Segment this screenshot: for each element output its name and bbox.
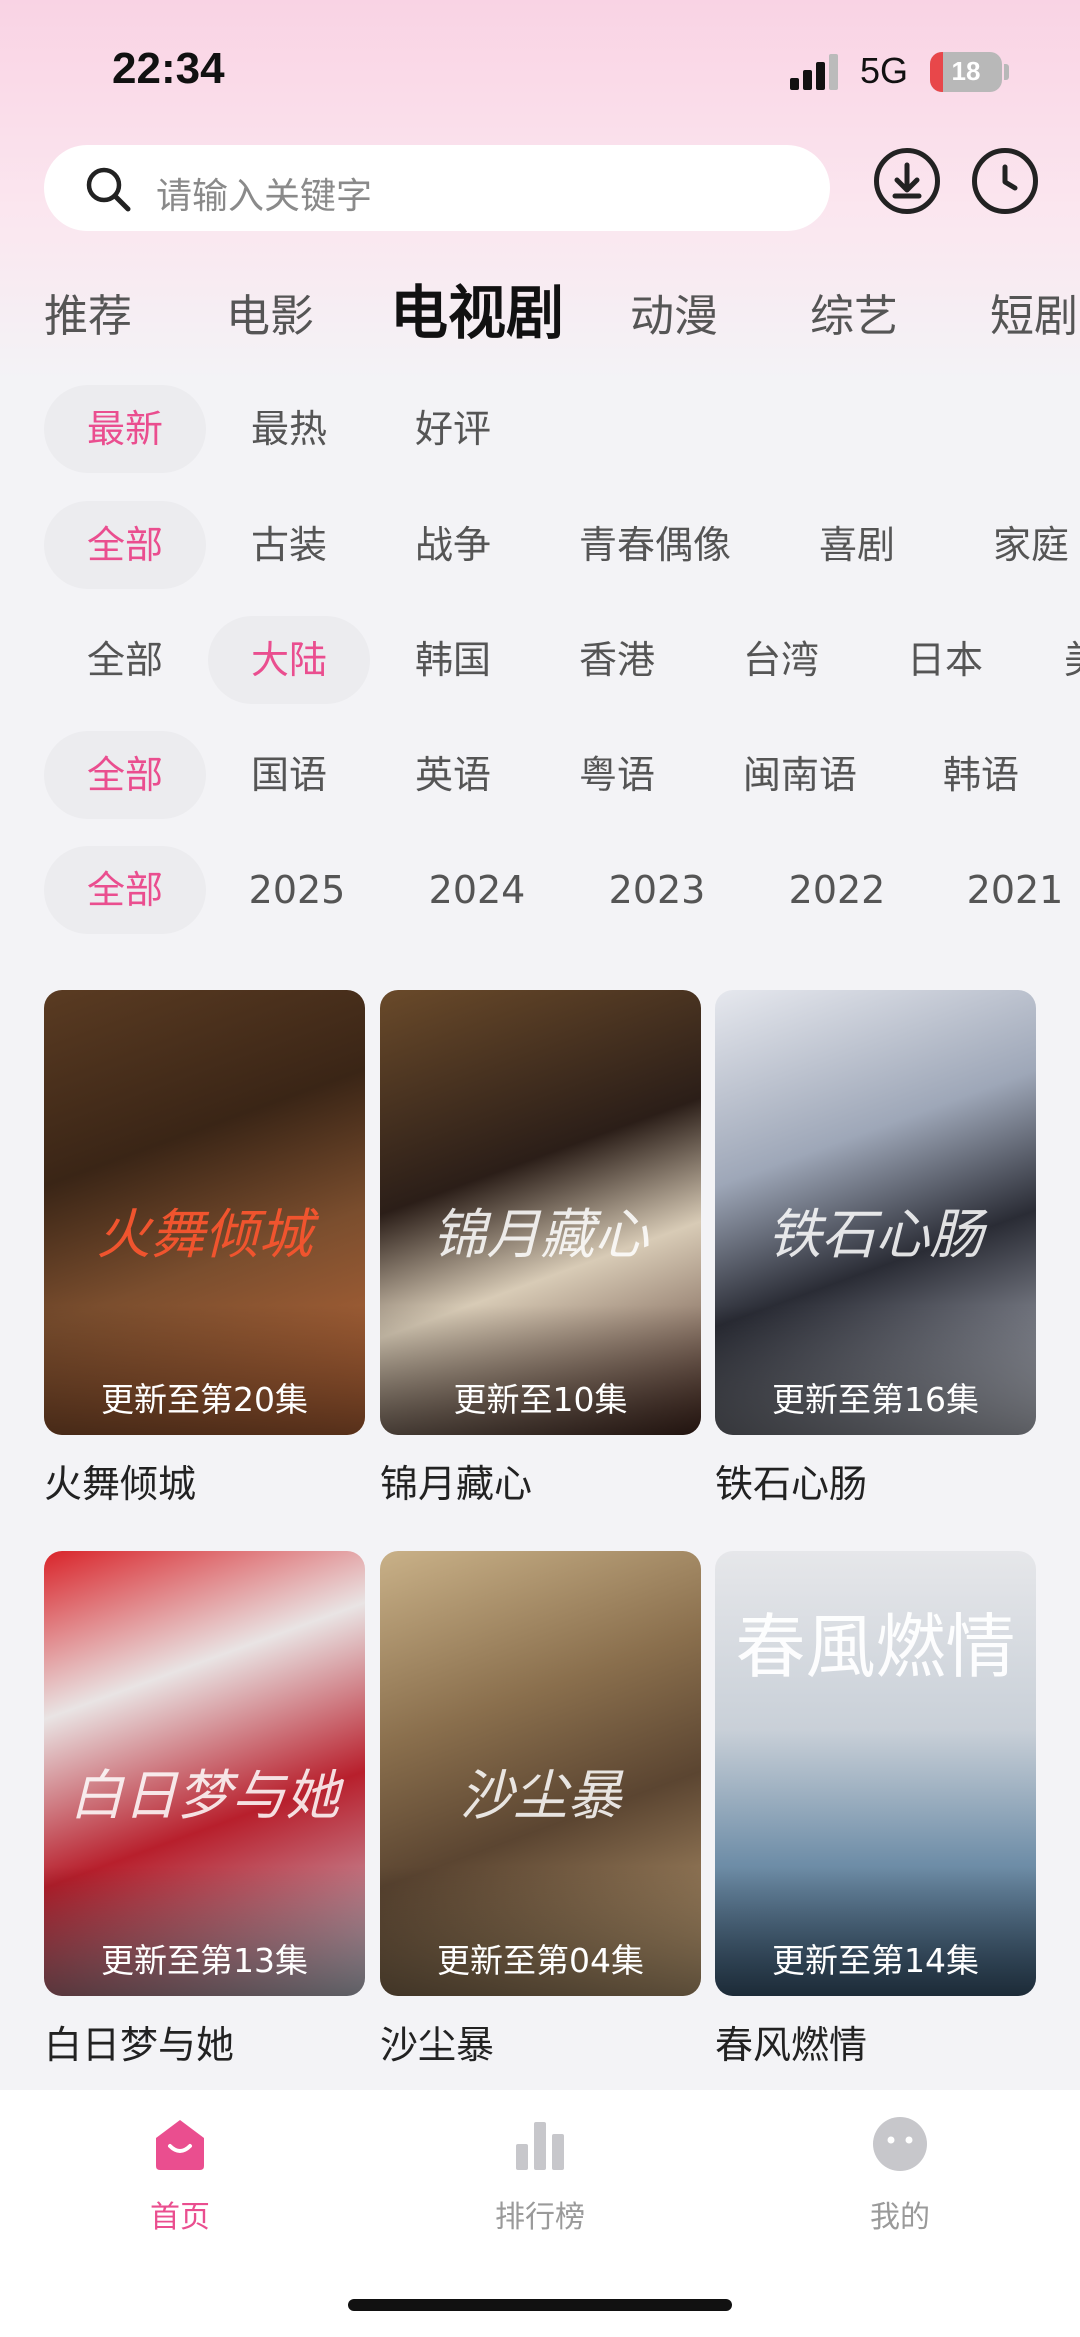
episode-badge: 更新至第20集 [101, 1380, 308, 1419]
filter-genre-comedy[interactable]: 喜剧 [776, 501, 938, 589]
language-filter-row: 全部 国语 英语 粤语 闽南语 韩语 [0, 731, 1080, 821]
poster-title[interactable]: 锦月藏心 [380, 1453, 701, 1508]
poster-title[interactable]: 白日梦与她 [44, 2014, 365, 2069]
poster-title[interactable]: 春风燃情 [715, 2014, 1036, 2069]
filter-region-all[interactable]: 全部 [44, 616, 206, 704]
history-button[interactable] [972, 148, 1038, 214]
battery-level: 18 [951, 56, 981, 86]
poster-card[interactable]: 白日梦与她 更新至第13集 白日梦与她 [44, 1551, 365, 2069]
poster-image[interactable]: 火舞倾城 更新至第20集 [44, 990, 365, 1435]
genre-filter-row: 全部 古装 战争 青春偶像 喜剧 家庭 [0, 501, 1080, 591]
network-type: 5G [860, 50, 909, 91]
filter-year-2022[interactable]: 2022 [756, 846, 918, 934]
filter-region-usa[interactable]: 美 [1064, 616, 1080, 704]
filter-year-2023[interactable]: 2023 [576, 846, 738, 934]
profile-face-icon [873, 2117, 927, 2171]
filter-region-korea[interactable]: 韩国 [372, 616, 534, 704]
episode-badge: 更新至10集 [453, 1380, 628, 1419]
tab-movies[interactable]: 电影 [226, 280, 314, 344]
download-button[interactable] [874, 148, 940, 214]
tab-ranking[interactable]: 排行榜 [440, 2114, 640, 2236]
tab-recommend[interactable]: 推荐 [44, 280, 132, 344]
tab-profile[interactable]: 我的 [800, 2114, 1000, 2236]
episode-badge: 更新至第14集 [772, 1941, 979, 1980]
filter-genre-all[interactable]: 全部 [44, 501, 206, 589]
filter-language-all[interactable]: 全部 [44, 731, 206, 819]
sort-filter-row: 最新 最热 好评 [0, 385, 1080, 475]
battery-cap [1004, 64, 1009, 80]
search-icon [86, 167, 131, 212]
filter-region-hongkong[interactable]: 香港 [536, 616, 698, 704]
poster-card[interactable]: 锦月藏心 更新至10集 锦月藏心 [380, 990, 701, 1508]
poster-art-title: 白日梦与她 [69, 1764, 340, 1827]
poster-title[interactable]: 火舞倾城 [44, 1453, 365, 1508]
filter-year-all[interactable]: 全部 [44, 846, 206, 934]
tab-variety[interactable]: 综艺 [810, 280, 898, 344]
poster-art-title: 锦月藏心 [432, 1203, 649, 1266]
poster-art-title: 火舞倾城 [96, 1203, 313, 1266]
filter-year-2024[interactable]: 2024 [396, 846, 558, 934]
filter-region-mainland[interactable]: 大陆 [208, 616, 370, 704]
search-placeholder: 请输入关键字 [156, 176, 373, 217]
poster-card[interactable]: 火舞倾城 更新至第20集 火舞倾城 [44, 990, 365, 1508]
download-icon [892, 162, 922, 199]
poster-card[interactable]: 铁石心肠 更新至第16集 铁石心肠 [715, 990, 1036, 1508]
poster-image[interactable]: 铁石心肠 更新至第16集 [715, 990, 1036, 1435]
filter-genre-war[interactable]: 战争 [372, 501, 534, 589]
poster-image[interactable]: 白日梦与她 更新至第13集 [44, 1551, 365, 1996]
tab-short-drama[interactable]: 短剧 [990, 280, 1078, 344]
poster-image[interactable]: 沙尘暴 更新至第04集 [380, 1551, 701, 1996]
filter-sort-top-rated[interactable]: 好评 [372, 385, 534, 473]
tab-anime[interactable]: 动漫 [630, 280, 718, 344]
home-icon [156, 2120, 204, 2170]
tab-profile-label: 我的 [870, 2200, 930, 2235]
filter-year-2025[interactable]: 2025 [216, 846, 378, 934]
filter-genre-costume[interactable]: 古装 [208, 501, 370, 589]
status-time: 22:34 [112, 44, 225, 93]
bar-chart-icon [516, 2122, 564, 2170]
tab-ranking-label: 排行榜 [495, 2200, 585, 2235]
year-filter-row: 全部 2025 2024 2023 2022 2021 [0, 846, 1080, 936]
tab-home[interactable]: 首页 [80, 2114, 280, 2236]
filter-genre-family[interactable]: 家庭 [950, 501, 1080, 589]
clock-icon [1002, 164, 1018, 191]
status-bar: 22:34 5G 18 [0, 0, 1080, 140]
episode-badge: 更新至第13集 [101, 1941, 308, 1980]
poster-title[interactable]: 铁石心肠 [715, 1453, 1036, 1508]
battery-indicator: 18 [930, 52, 1002, 92]
filter-language-mandarin[interactable]: 国语 [208, 731, 370, 819]
app-screen: 22:34 5G 18 请输入关键字 推荐 电影 电视剧 动漫 综艺 短剧 最新… [0, 0, 1080, 2337]
filter-language-korean[interactable]: 韩语 [900, 731, 1062, 819]
filter-sort-newest[interactable]: 最新 [44, 385, 206, 473]
filter-year-2021[interactable]: 2021 [934, 846, 1080, 934]
poster-art-title: 春風燃情 [735, 1606, 1016, 1688]
filter-genre-youth-idol[interactable]: 青春偶像 [560, 501, 750, 589]
filter-language-english[interactable]: 英语 [372, 731, 534, 819]
filter-language-hokkien[interactable]: 闽南语 [710, 731, 890, 819]
search-input[interactable]: 请输入关键字 [44, 145, 830, 231]
category-tabs: 推荐 电影 电视剧 动漫 综艺 短剧 [0, 262, 1080, 352]
poster-art-title: 沙尘暴 [459, 1764, 622, 1827]
signal-strength-icon [790, 54, 842, 90]
episode-badge: 更新至第04集 [437, 1941, 644, 1980]
poster-card[interactable]: 沙尘暴 更新至第04集 沙尘暴 [380, 1551, 701, 2069]
home-indicator[interactable] [348, 2299, 732, 2311]
filter-region-taiwan[interactable]: 台湾 [700, 616, 862, 704]
poster-card[interactable]: 春風燃情 更新至第14集 春风燃情 [715, 1551, 1036, 2069]
tab-tv-series[interactable]: 电视剧 [390, 266, 564, 350]
episode-badge: 更新至第16集 [772, 1380, 979, 1419]
poster-image[interactable]: 春風燃情 更新至第14集 [715, 1551, 1036, 1996]
filter-language-cantonese[interactable]: 粤语 [536, 731, 698, 819]
filter-region-japan[interactable]: 日本 [864, 616, 1026, 704]
tab-home-label: 首页 [150, 2200, 210, 2235]
filter-sort-hottest[interactable]: 最热 [208, 385, 370, 473]
poster-image[interactable]: 锦月藏心 更新至10集 [380, 990, 701, 1435]
poster-art-title: 铁石心肠 [767, 1203, 984, 1266]
poster-title[interactable]: 沙尘暴 [380, 2014, 701, 2069]
region-filter-row: 全部 大陆 韩国 香港 台湾 日本 美 [0, 616, 1080, 706]
